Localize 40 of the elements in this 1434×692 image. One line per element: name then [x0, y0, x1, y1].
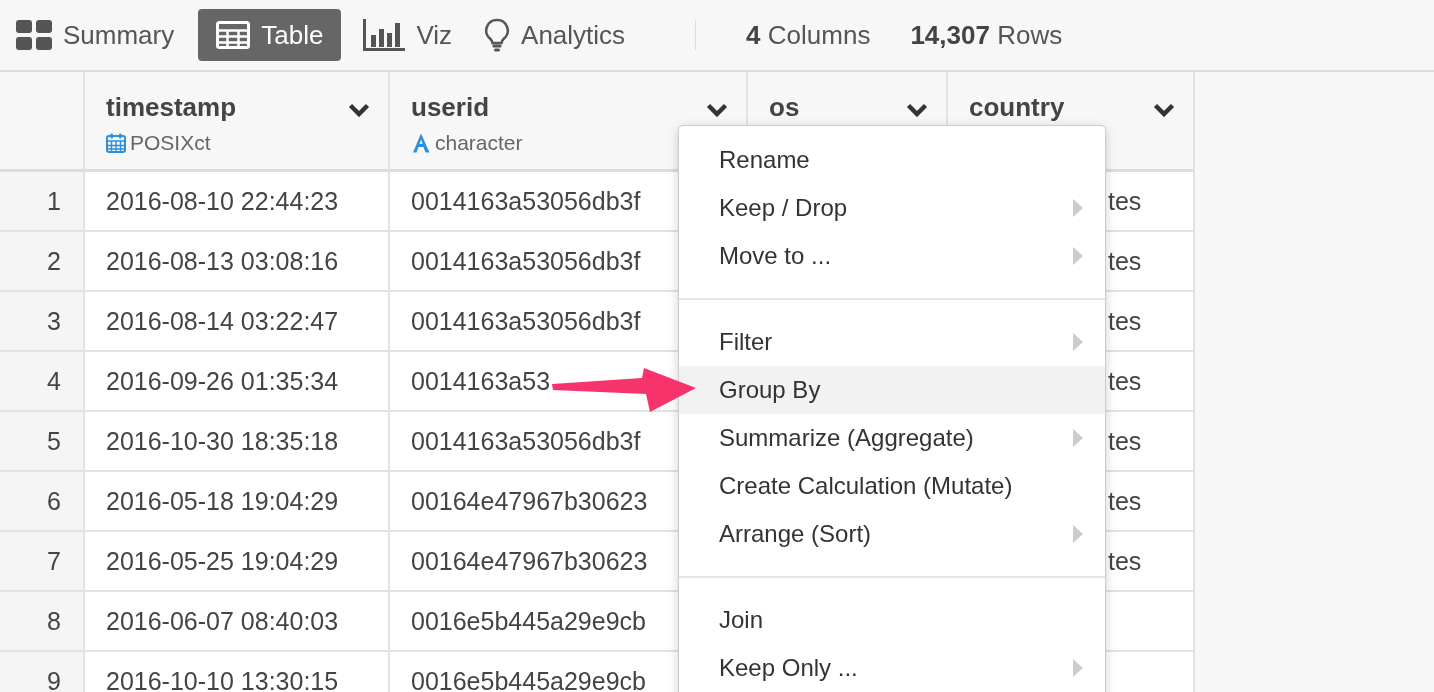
table-cell: 2016-06-07 08:40:03: [85, 592, 390, 652]
bar-chart-icon: [363, 19, 406, 51]
column-name: country: [969, 92, 1065, 123]
chevron-down-icon[interactable]: [1153, 102, 1175, 117]
calendar-icon: [106, 133, 126, 153]
view-tab[interactable]: Summary: [8, 9, 185, 61]
table-cell: 2016-10-30 18:35:18: [85, 412, 390, 472]
grid-icon: [16, 20, 52, 50]
table-stat: 4 Columns: [746, 19, 871, 51]
lightbulb-icon: [484, 18, 511, 52]
chevron-down-icon[interactable]: [706, 102, 728, 117]
table-cell: 2016-08-10 22:44:23: [85, 172, 390, 232]
column-name: userid: [411, 92, 490, 123]
table-stat: 14,307 Rows: [910, 19, 1063, 51]
row-number: 1: [0, 172, 85, 232]
view-tab[interactable]: Viz: [355, 9, 463, 61]
table-cell: 2016-10-10 13:30:15: [85, 652, 390, 692]
letter-type-icon: [411, 133, 431, 153]
row-number: 3: [0, 292, 85, 352]
row-number: 2: [0, 232, 85, 292]
table-cell: 2016-05-25 19:04:29: [85, 532, 390, 592]
column-name: os: [769, 92, 800, 123]
row-number: 5: [0, 412, 85, 472]
table-icon: [216, 21, 251, 49]
column-name: timestamp: [106, 92, 237, 123]
view-tab[interactable]: Analytics: [476, 9, 636, 61]
table-cell: 2016-09-26 01:35:34: [85, 352, 390, 412]
chevron-down-icon[interactable]: [906, 102, 928, 117]
table-cell: 2016-08-13 03:08:16: [85, 232, 390, 292]
view-tab[interactable]: Table: [198, 9, 342, 61]
table-cell: 2016-05-18 19:04:29: [85, 472, 390, 532]
table-cell: 2016-08-14 03:22:47: [85, 292, 390, 352]
row-number: 7: [0, 532, 85, 592]
menu-item[interactable]: Group By: [679, 366, 1105, 414]
row-number: 6: [0, 472, 85, 532]
row-number: 8: [0, 592, 85, 652]
column-type: POSIXct: [130, 131, 211, 155]
row-number: 4: [0, 352, 85, 412]
column-type: character: [435, 131, 523, 155]
chevron-down-icon[interactable]: [348, 102, 370, 117]
